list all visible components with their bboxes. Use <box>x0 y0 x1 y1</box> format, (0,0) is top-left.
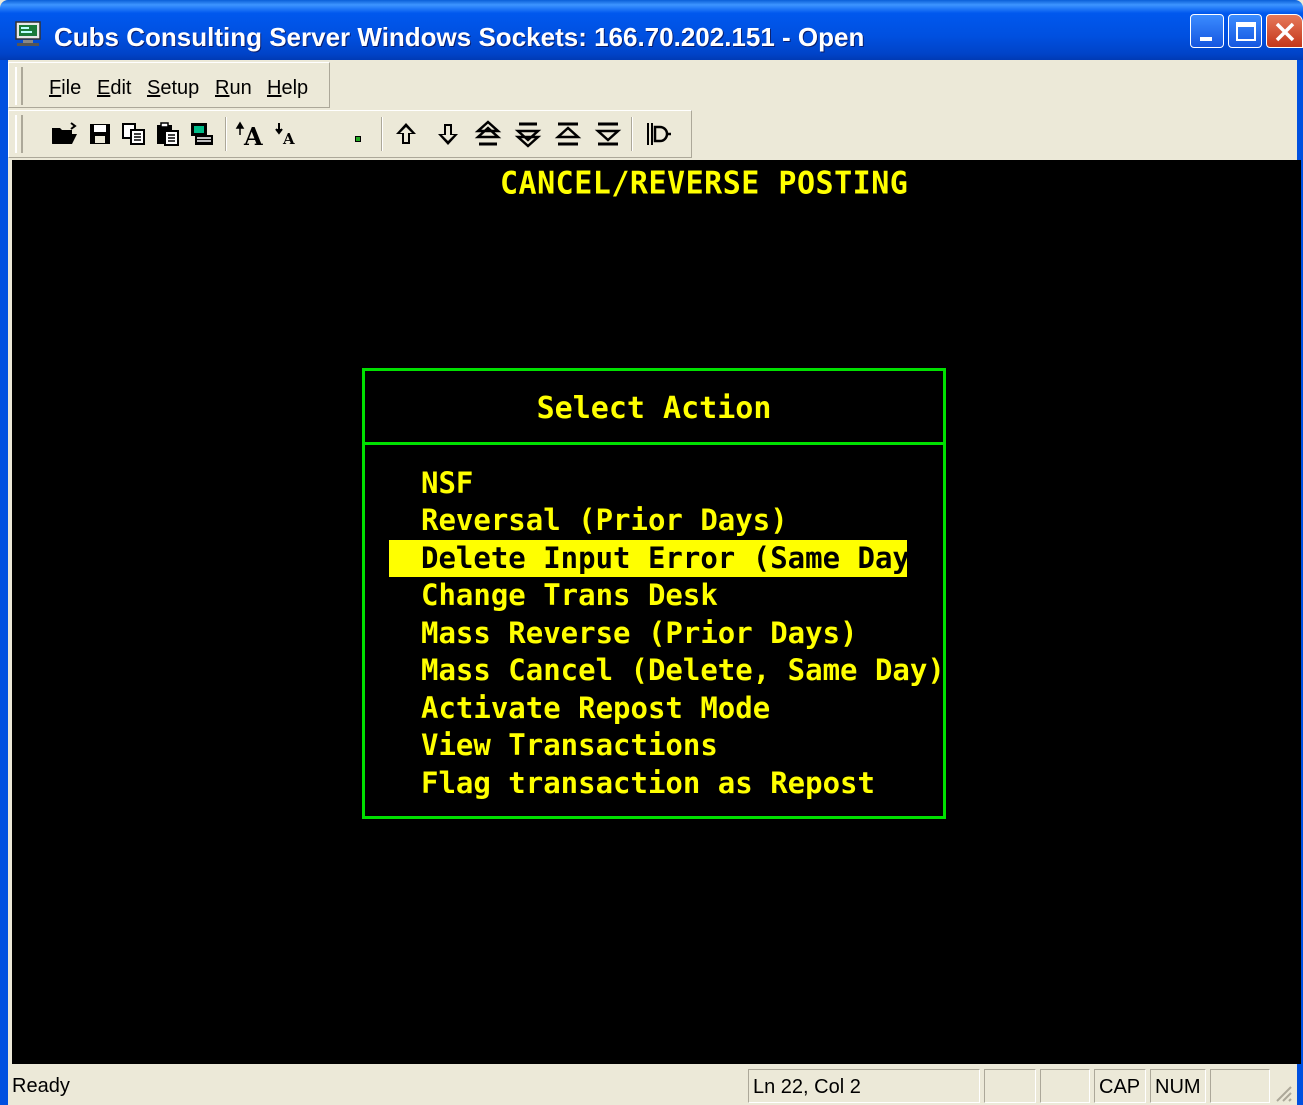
close-button[interactable] <box>1266 14 1303 48</box>
toolbar: A A <box>8 110 692 158</box>
toolbar-separator <box>225 117 227 151</box>
option-reversal-prior-days[interactable]: Reversal (Prior Days) <box>421 502 788 539</box>
status-pane-empty-2 <box>1040 1069 1090 1103</box>
top-button[interactable] <box>553 119 583 149</box>
minimize-button[interactable] <box>1190 14 1224 48</box>
maximize-button[interactable] <box>1228 14 1262 48</box>
print-screen-button[interactable] <box>187 119 217 149</box>
close-icon <box>1275 22 1295 42</box>
font-larger-icon: A <box>235 121 263 151</box>
arrow-up-icon <box>396 123 416 144</box>
copy-button[interactable] <box>119 119 149 149</box>
option-mass-cancel[interactable]: Mass Cancel (Delete, Same Day) <box>421 652 945 689</box>
minimize-icon <box>1200 37 1212 41</box>
maximize-icon <box>1236 22 1256 41</box>
resize-grip-icon[interactable] <box>1271 1081 1293 1103</box>
status-pane-empty-3 <box>1210 1069 1270 1103</box>
paste-icon <box>157 122 179 146</box>
title-bar[interactable]: Cubs Consulting Server Windows Sockets: … <box>0 0 1303 60</box>
print-screen-icon <box>191 123 213 145</box>
screen-title: CANCEL/REVERSE POSTING <box>500 165 909 202</box>
menu-bar: File Edit Setup Run Help <box>8 62 330 108</box>
cursor-position: Ln 22, Col 2 <box>748 1069 980 1103</box>
page-down-icon <box>514 122 542 148</box>
page-up-icon <box>474 120 502 146</box>
menu-run[interactable]: Run <box>215 77 252 100</box>
save-icon <box>90 124 110 144</box>
menu-setup[interactable]: Setup <box>147 77 199 100</box>
connect-icon <box>647 123 671 145</box>
menu-edit[interactable]: Edit <box>97 77 131 100</box>
bottom-icon <box>594 122 622 146</box>
line-down-button[interactable] <box>433 119 463 149</box>
small-square-icon <box>355 136 361 142</box>
toolbar-grip[interactable] <box>15 115 23 153</box>
status-bar: Ready Ln 22, Col 2 CAP NUM <box>8 1066 1297 1105</box>
window-frame-left <box>0 60 8 1105</box>
terminal-computer-icon <box>15 21 41 46</box>
toolbar-separator <box>381 117 383 151</box>
option-nsf[interactable]: NSF <box>421 465 473 502</box>
copy-icon <box>122 123 145 145</box>
font-smaller-icon: A <box>275 123 295 148</box>
window-title: Cubs Consulting Server Windows Sockets: … <box>54 22 865 52</box>
option-activate-repost-mode[interactable]: Activate Repost Mode <box>421 690 770 727</box>
status-pane-empty-1 <box>984 1069 1036 1103</box>
font-larger-button[interactable]: A <box>235 119 265 151</box>
caps-lock-indicator: CAP <box>1094 1069 1146 1103</box>
status-message: Ready <box>12 1075 70 1097</box>
svg-text:A: A <box>282 130 295 148</box>
save-button[interactable] <box>85 119 115 149</box>
bottom-button[interactable] <box>593 119 623 149</box>
num-lock-indicator: NUM <box>1150 1069 1206 1103</box>
svg-text:A: A <box>243 122 263 149</box>
toolbar-separator <box>631 117 633 151</box>
paste-button[interactable] <box>153 119 183 149</box>
open-button[interactable] <box>49 119 79 149</box>
open-folder-icon <box>52 122 77 144</box>
page-up-button[interactable] <box>473 119 503 149</box>
line-up-button[interactable] <box>391 119 421 149</box>
menu-help[interactable]: Help <box>267 77 308 100</box>
option-change-trans-desk[interactable]: Change Trans Desk <box>421 577 718 614</box>
menu-grip[interactable] <box>15 67 23 105</box>
dialog-header: Select Action <box>365 371 943 445</box>
option-delete-input-error[interactable]: Delete Input Error (Same Day) <box>389 540 927 577</box>
arrow-down-icon <box>438 124 458 145</box>
dialog-title: Select Action <box>536 391 772 426</box>
select-action-dialog: Select Action NSF Reversal (Prior Days) … <box>362 368 946 819</box>
connect-button[interactable] <box>643 119 673 149</box>
page-down-button[interactable] <box>513 119 543 149</box>
option-mass-reverse[interactable]: Mass Reverse (Prior Days) <box>421 615 858 652</box>
small-square-button[interactable] <box>349 119 379 149</box>
terminal-screen[interactable]: CANCEL/REVERSE POSTING Select Action NSF… <box>12 160 1301 1064</box>
font-smaller-button[interactable]: A <box>271 119 301 149</box>
menu-file[interactable]: File <box>49 77 81 100</box>
option-view-transactions[interactable]: View Transactions <box>421 727 718 764</box>
option-flag-transaction-repost[interactable]: Flag transaction as Repost <box>421 765 875 802</box>
top-icon <box>554 122 582 146</box>
